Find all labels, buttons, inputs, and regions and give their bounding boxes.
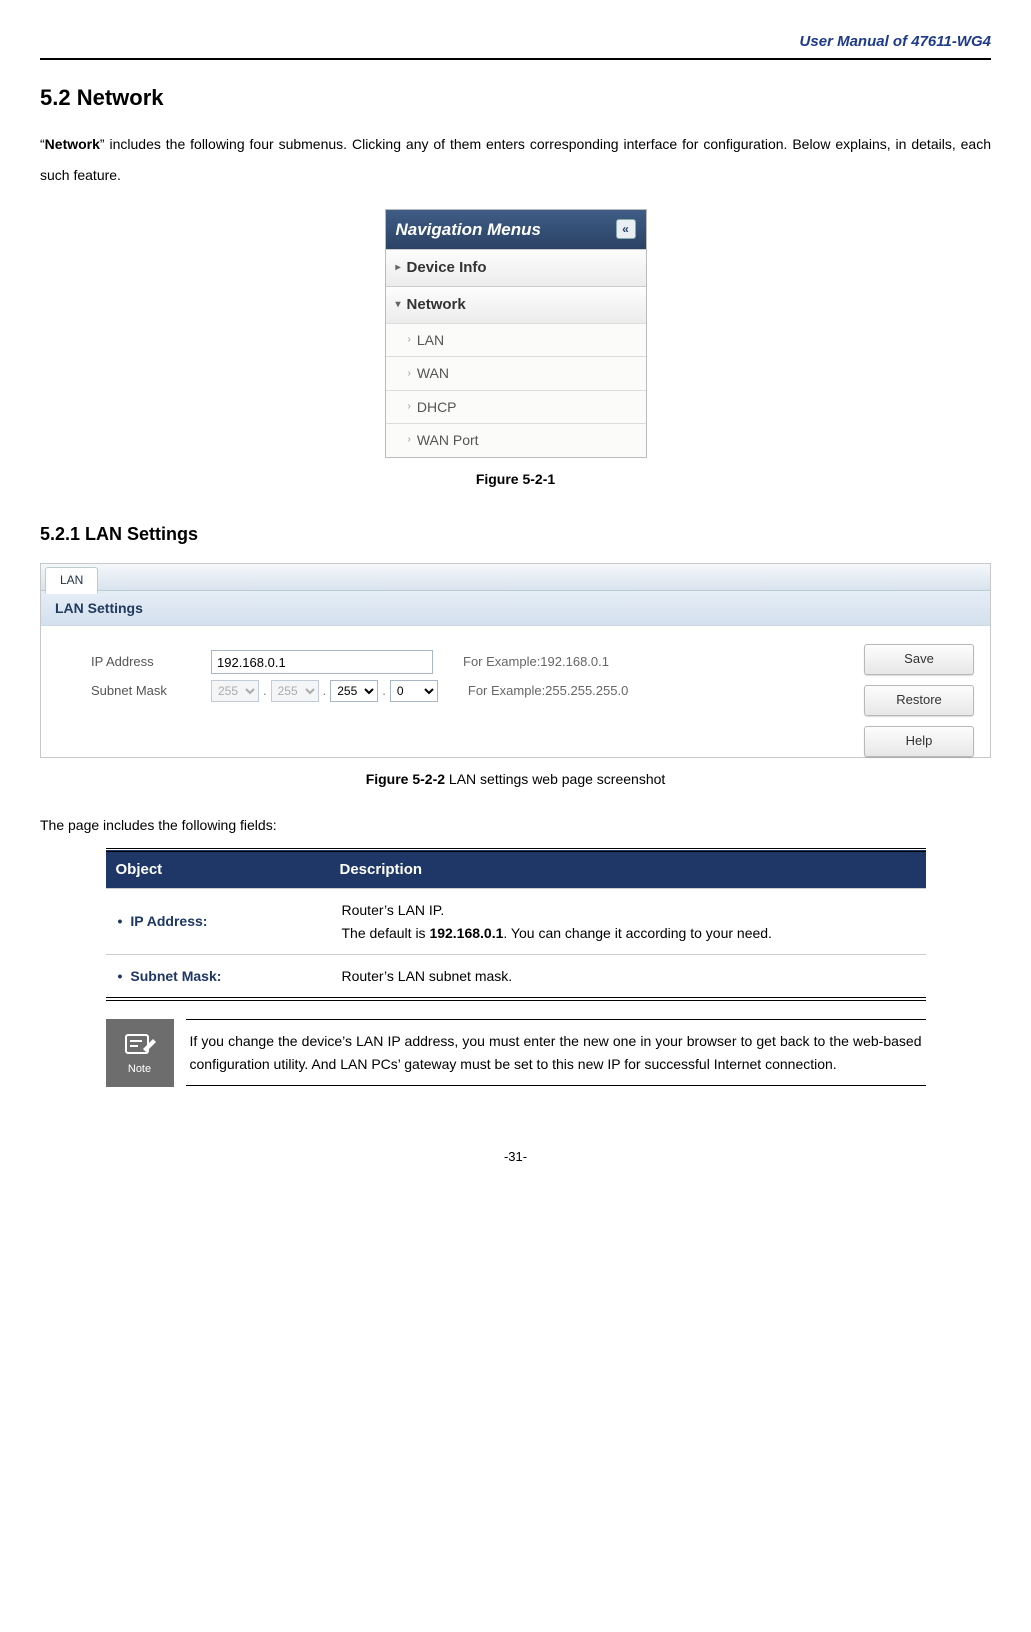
note-text: If you change the device’s LAN IP addres… [186, 1019, 926, 1086]
caret-right-icon: ▸ [396, 260, 401, 276]
fig2-bold: Figure 5-2-2 [366, 771, 445, 787]
ip-address-label: IP Address [91, 652, 211, 673]
lan-tab[interactable]: LAN [45, 567, 98, 594]
nav-sub-dhcp[interactable]: › DHCP [386, 390, 646, 423]
page-number: -31- [40, 1147, 991, 1168]
mask-octet-2[interactable]: 255 [271, 680, 319, 702]
fields-intro: The page includes the following fields: [40, 814, 991, 836]
object-description-table: Object Description • IP Address: Router’s… [106, 848, 926, 1001]
chevron-icon: › [408, 332, 411, 348]
ip-address-input[interactable] [211, 650, 433, 674]
note-block: Note If you change the device’s LAN IP a… [106, 1019, 926, 1087]
desc-line2-bold: 192.168.0.1 [429, 925, 503, 941]
mask-octet-3[interactable]: 255 [330, 680, 378, 702]
restore-button[interactable]: Restore [864, 685, 974, 716]
figure-5-2-2-caption: Figure 5-2-2 LAN settings web page scree… [40, 768, 991, 790]
note-icon: Note [106, 1019, 174, 1087]
mask-octet-4[interactable]: 0 [390, 680, 438, 702]
nav-title: Navigation Menus [396, 216, 541, 243]
nav-titlebar: Navigation Menus « [386, 210, 646, 249]
section-heading: 5.2 Network [40, 80, 991, 115]
nav-sub-lan[interactable]: › LAN [386, 323, 646, 356]
bullet-icon: • [118, 913, 123, 929]
desc-line2-pre: The default is [342, 925, 430, 941]
caret-down-icon: ▾ [396, 297, 401, 313]
nav-sub-wan[interactable]: › WAN [386, 356, 646, 389]
nav-sub-label: WAN Port [417, 429, 479, 451]
subsection-heading: 5.2.1 LAN Settings [40, 520, 991, 549]
col-object-header: Object [106, 850, 330, 889]
subnet-mask-hint: For Example:255.255.255.0 [468, 681, 628, 702]
col-description-header: Description [330, 850, 926, 889]
section-intro: “Network” includes the following four su… [40, 129, 991, 191]
chevron-icon: › [408, 399, 411, 415]
obj-name: IP Address: [130, 913, 207, 929]
collapse-icon[interactable]: « [616, 219, 636, 239]
figure-5-2-1-caption: Figure 5-2-1 [40, 468, 991, 490]
nav-sub-label: LAN [417, 329, 444, 351]
obj-name: Subnet Mask: [130, 968, 221, 984]
lan-panel-header: LAN Settings [41, 591, 990, 626]
nav-network[interactable]: ▾ Network [386, 286, 646, 323]
lan-tab-row: LAN [41, 564, 990, 591]
desc-full: Router’s LAN subnet mask. [330, 955, 926, 1000]
nav-sub-label: WAN [417, 362, 449, 384]
help-button[interactable]: Help [864, 726, 974, 757]
nav-sub-wanport[interactable]: › WAN Port [386, 423, 646, 456]
pencil-note-icon [123, 1029, 157, 1059]
dot-separator: . [263, 681, 267, 702]
nav-device-info-label: Device Info [407, 256, 487, 280]
subnet-mask-group: 255 . 255 . 255 . 0 [211, 680, 438, 702]
dot-separator: . [323, 681, 327, 702]
navigation-menu-panel: Navigation Menus « ▸ Device Info ▾ Netwo… [385, 209, 647, 458]
note-label: Note [128, 1061, 151, 1079]
save-button[interactable]: Save [864, 644, 974, 675]
subnet-mask-label: Subnet Mask [91, 681, 211, 702]
mask-octet-1[interactable]: 255 [211, 680, 259, 702]
chevron-icon: › [408, 366, 411, 382]
intro-rest: ” includes the following four submenus. … [40, 136, 991, 183]
table-row: • IP Address: Router’s LAN IP. The defaul… [106, 889, 926, 955]
intro-bold: Network [45, 136, 100, 152]
nav-network-label: Network [407, 293, 466, 317]
table-row: • Subnet Mask: Router’s LAN subnet mask. [106, 955, 926, 1000]
manual-header: User Manual of 47611-WG4 [40, 30, 991, 60]
bullet-icon: • [118, 968, 123, 984]
chevron-icon: › [408, 432, 411, 448]
nav-sub-label: DHCP [417, 396, 457, 418]
desc-line1: Router’s LAN IP. [342, 902, 445, 918]
dot-separator: . [382, 681, 386, 702]
desc-line2-post: . You can change it according to your ne… [503, 925, 772, 941]
ip-address-hint: For Example:192.168.0.1 [463, 652, 609, 673]
fig2-rest: LAN settings web page screenshot [445, 771, 665, 787]
nav-device-info[interactable]: ▸ Device Info [386, 249, 646, 286]
lan-settings-panel: LAN LAN Settings IP Address For Example:… [40, 563, 991, 758]
